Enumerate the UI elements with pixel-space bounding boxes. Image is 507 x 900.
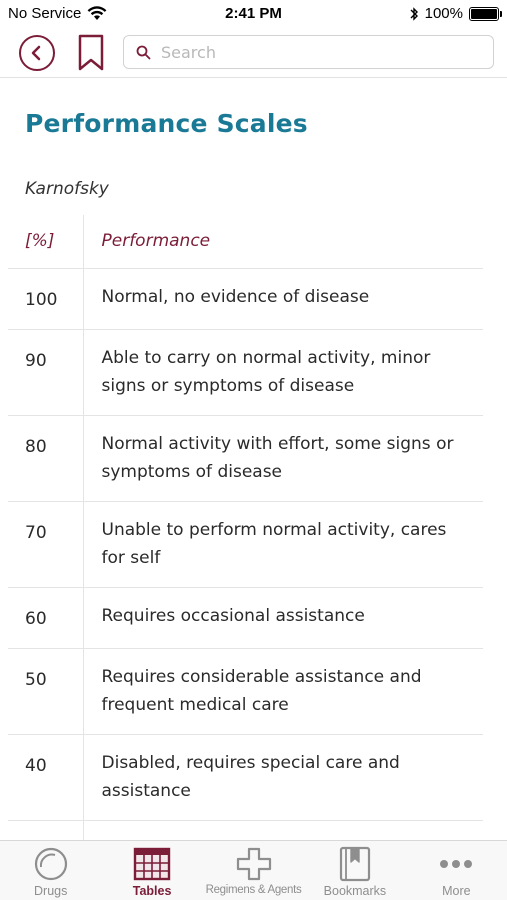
header-performance: Performance (83, 215, 483, 269)
tables-icon (133, 846, 171, 882)
more-dots-icon (439, 846, 473, 882)
tab-label: Regimens & Agents (205, 884, 302, 896)
row-percent: 100 (8, 268, 84, 330)
tab-label: Bookmarks (323, 884, 387, 898)
battery-fill (471, 8, 497, 19)
row-description: Unable to perform normal activity, cares… (83, 501, 483, 588)
table-row: 90 Able to carry on normal activity, min… (8, 329, 483, 416)
table-row: 40 Disabled, requires special care and a… (8, 734, 483, 821)
row-percent: 40 (8, 734, 84, 821)
tab-drugs[interactable]: Drugs (0, 841, 101, 900)
bluetooth-icon (410, 6, 418, 21)
tab-more[interactable]: More (406, 841, 507, 900)
row-description: Severely disabled, hospitalization may b… (83, 820, 483, 840)
battery-percent: 100% (424, 5, 463, 22)
status-right: 100% (409, 5, 502, 22)
row-description: Normal, no evidence of disease (83, 268, 483, 330)
tab-label: Tables (132, 884, 172, 898)
tab-label: Drugs (34, 884, 68, 898)
bookmark-icon (78, 34, 104, 71)
performance-table: [%] Performance 100 Normal, no evidence … (8, 215, 483, 840)
main-content: Performance Scales Karnofsky [%] Perform… (0, 79, 507, 840)
top-nav-bar (0, 28, 507, 78)
tab-label: More (442, 884, 471, 898)
table-row: 100 Normal, no evidence of disease (8, 268, 483, 330)
back-button[interactable] (19, 35, 55, 71)
bookmark-button[interactable] (77, 34, 105, 72)
row-percent: 70 (8, 501, 84, 588)
status-bar: No Service 2:41 PM 100% (0, 0, 507, 28)
tab-tables[interactable]: Tables (101, 841, 202, 900)
row-description: Disabled, requires special care and assi… (83, 734, 483, 821)
row-percent: 50 (8, 648, 84, 735)
battery-icon (469, 6, 502, 21)
bookmarks-book-icon (338, 846, 372, 882)
search-input[interactable] (161, 42, 461, 62)
table-header-row: [%] Performance (8, 215, 483, 269)
row-percent: 60 (8, 587, 84, 649)
row-description: Requires considerable assistance and fre… (83, 648, 483, 735)
drugs-icon (32, 846, 70, 882)
back-arrow-icon (31, 45, 41, 61)
row-description: Able to carry on normal activity, minor … (83, 329, 483, 416)
row-percent: 90 (8, 329, 84, 416)
search-field[interactable] (123, 35, 494, 69)
table-row: 80 Normal activity with effort, some sig… (8, 415, 483, 502)
row-percent: 80 (8, 415, 84, 502)
row-percent: 30 (8, 820, 84, 840)
tab-bar: Drugs Tables Regimens & Agents Bookmarks… (0, 840, 507, 900)
page-title: Performance Scales (25, 109, 308, 138)
table-row: 30 Severely disabled, hospitalization ma… (8, 820, 483, 840)
table-row: 60 Requires occasional assistance (8, 587, 483, 649)
regimens-cross-icon (236, 846, 272, 882)
table-row: 50 Requires considerable assistance and … (8, 648, 483, 735)
tab-bookmarks[interactable]: Bookmarks (304, 841, 405, 900)
row-description: Normal activity with effort, some signs … (83, 415, 483, 502)
scale-name: Karnofsky (25, 179, 109, 199)
table-row: 70 Unable to perform normal activity, ca… (8, 501, 483, 588)
row-description: Requires occasional assistance (83, 587, 483, 649)
tab-regimens-agents[interactable]: Regimens & Agents (203, 841, 304, 900)
search-icon (136, 45, 151, 59)
header-percent: [%] (8, 215, 84, 269)
